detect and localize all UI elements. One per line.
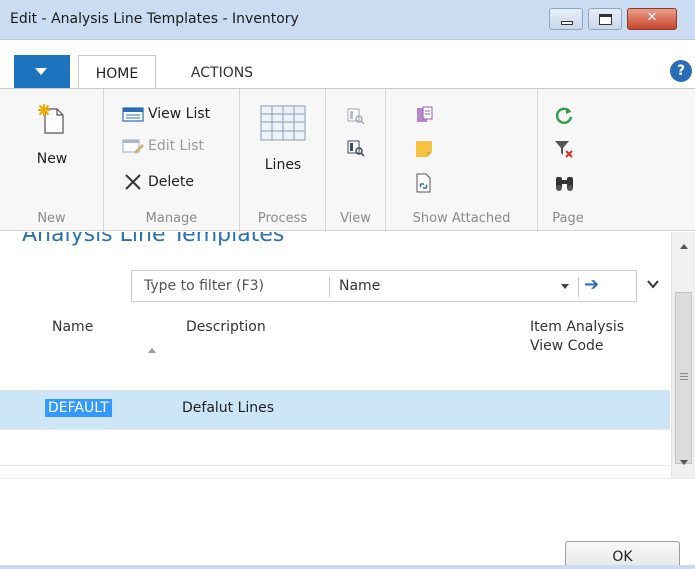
row-divider xyxy=(0,465,670,466)
tab-actions[interactable]: ACTIONS xyxy=(170,55,274,89)
group-process: Lines Process xyxy=(240,89,326,232)
footer-content: OK xyxy=(0,479,695,569)
scroll-up-icon[interactable] xyxy=(680,244,688,249)
view-details-button-disabled[interactable] xyxy=(346,107,366,129)
filter-field-dropdown-icon[interactable] xyxy=(561,284,569,289)
group-label-view: View xyxy=(340,211,371,226)
minimize-icon xyxy=(561,21,573,25)
notes-button[interactable] xyxy=(414,139,434,163)
group-manage: View List Edit List Delete Manage xyxy=(104,89,240,232)
group-label-process: Process xyxy=(257,211,308,226)
filter-input[interactable] xyxy=(132,271,322,301)
scrollbar-grip-icon xyxy=(680,373,688,380)
ribbon-tab-strip: HOME ACTIONS ? xyxy=(0,40,695,89)
view-list-label: View List xyxy=(148,106,211,122)
row-selector[interactable] xyxy=(0,391,10,429)
sort-ascending-icon xyxy=(148,348,156,353)
filter-field-select[interactable]: Name xyxy=(339,278,380,294)
scroll-down-icon[interactable] xyxy=(680,460,688,465)
group-label-new: New xyxy=(37,211,66,226)
links-icon xyxy=(416,173,431,193)
apply-filter-arrow-icon[interactable]: ➔ xyxy=(584,274,599,295)
notes-icon xyxy=(416,141,432,157)
dialog-footer: OK xyxy=(0,478,695,569)
clear-filter-button[interactable] xyxy=(554,139,574,163)
refresh-button[interactable] xyxy=(554,105,574,129)
clear-filter-icon xyxy=(555,141,573,158)
new-document-icon xyxy=(38,104,64,134)
column-header-description[interactable]: Description xyxy=(186,319,266,335)
filter-separator-2 xyxy=(578,277,579,297)
lines-label: Lines xyxy=(264,157,302,173)
maximize-button[interactable] xyxy=(588,8,622,30)
find-button[interactable] xyxy=(554,173,576,197)
delete-label: Delete xyxy=(148,174,194,190)
scrollbar-thumb[interactable] xyxy=(675,292,692,464)
group-label-page: Page xyxy=(552,211,584,226)
onenote-button[interactable] xyxy=(414,105,434,129)
maximize-icon xyxy=(599,14,612,25)
row-divider xyxy=(0,429,670,430)
edit-list-icon xyxy=(122,139,144,154)
window-bottom-border xyxy=(0,565,695,569)
edit-list-button[interactable]: Edit List xyxy=(122,137,204,155)
row-name-cell[interactable]: DEFAULT xyxy=(45,399,112,417)
group-show-attached: Show Attached xyxy=(386,89,538,232)
lines-grid-icon xyxy=(260,105,306,141)
vertical-scrollbar[interactable] xyxy=(671,232,695,478)
table-row[interactable]: DEFAULT Defalut Lines xyxy=(0,391,670,429)
filter-pane: Name ➔ xyxy=(131,270,637,302)
ribbon: New New View List Edit List Delete Manag… xyxy=(0,88,695,232)
column-header-name[interactable]: Name xyxy=(52,319,93,335)
lines-button[interactable]: Lines xyxy=(256,105,310,173)
group-new: New New xyxy=(0,89,104,232)
close-button[interactable]: ✕ xyxy=(627,8,677,30)
list-page: Analysis Line Templates Name ➔ Name Desc… xyxy=(0,232,670,478)
row-description-cell[interactable]: Defalut Lines xyxy=(182,400,274,416)
column-header-item-analysis-line2: View Code xyxy=(530,338,604,354)
group-label-show-attached: Show Attached xyxy=(412,211,511,226)
help-icon[interactable]: ? xyxy=(670,60,692,82)
view-list-button[interactable]: View List xyxy=(122,105,210,123)
column-header-item-analysis-view-code[interactable]: Item Analysis View Code xyxy=(530,319,624,354)
refresh-icon xyxy=(555,107,573,124)
view-list-icon xyxy=(122,107,144,122)
minimize-button[interactable] xyxy=(549,8,583,30)
group-page: Page xyxy=(538,89,598,232)
column-header-item-analysis-line1: Item Analysis xyxy=(530,319,625,335)
new-button-label: New xyxy=(36,151,68,167)
filter-separator xyxy=(329,277,330,297)
links-button[interactable] xyxy=(414,173,434,197)
view-button[interactable] xyxy=(346,139,366,161)
delete-icon xyxy=(125,174,141,190)
view-details-icon xyxy=(347,108,365,125)
window-title: Edit - Analysis Line Templates - Invento… xyxy=(10,11,299,27)
group-view: View xyxy=(326,89,386,232)
new-button[interactable]: New xyxy=(26,103,78,167)
page-title: Analysis Line Templates xyxy=(22,232,285,247)
expand-filter-chevron-icon[interactable] xyxy=(647,278,659,290)
onenote-icon xyxy=(417,106,433,122)
tab-home[interactable]: HOME xyxy=(78,55,156,89)
edit-list-label: Edit List xyxy=(148,138,205,154)
delete-button[interactable]: Delete xyxy=(122,173,194,191)
title-bar: Edit - Analysis Line Templates - Invento… xyxy=(0,0,695,40)
application-menu-button[interactable] xyxy=(14,55,70,88)
view-icon xyxy=(347,140,365,157)
binoculars-icon xyxy=(556,177,573,191)
chevron-down-icon xyxy=(35,68,47,75)
close-icon: ✕ xyxy=(646,10,658,25)
group-label-manage: Manage xyxy=(145,211,198,226)
